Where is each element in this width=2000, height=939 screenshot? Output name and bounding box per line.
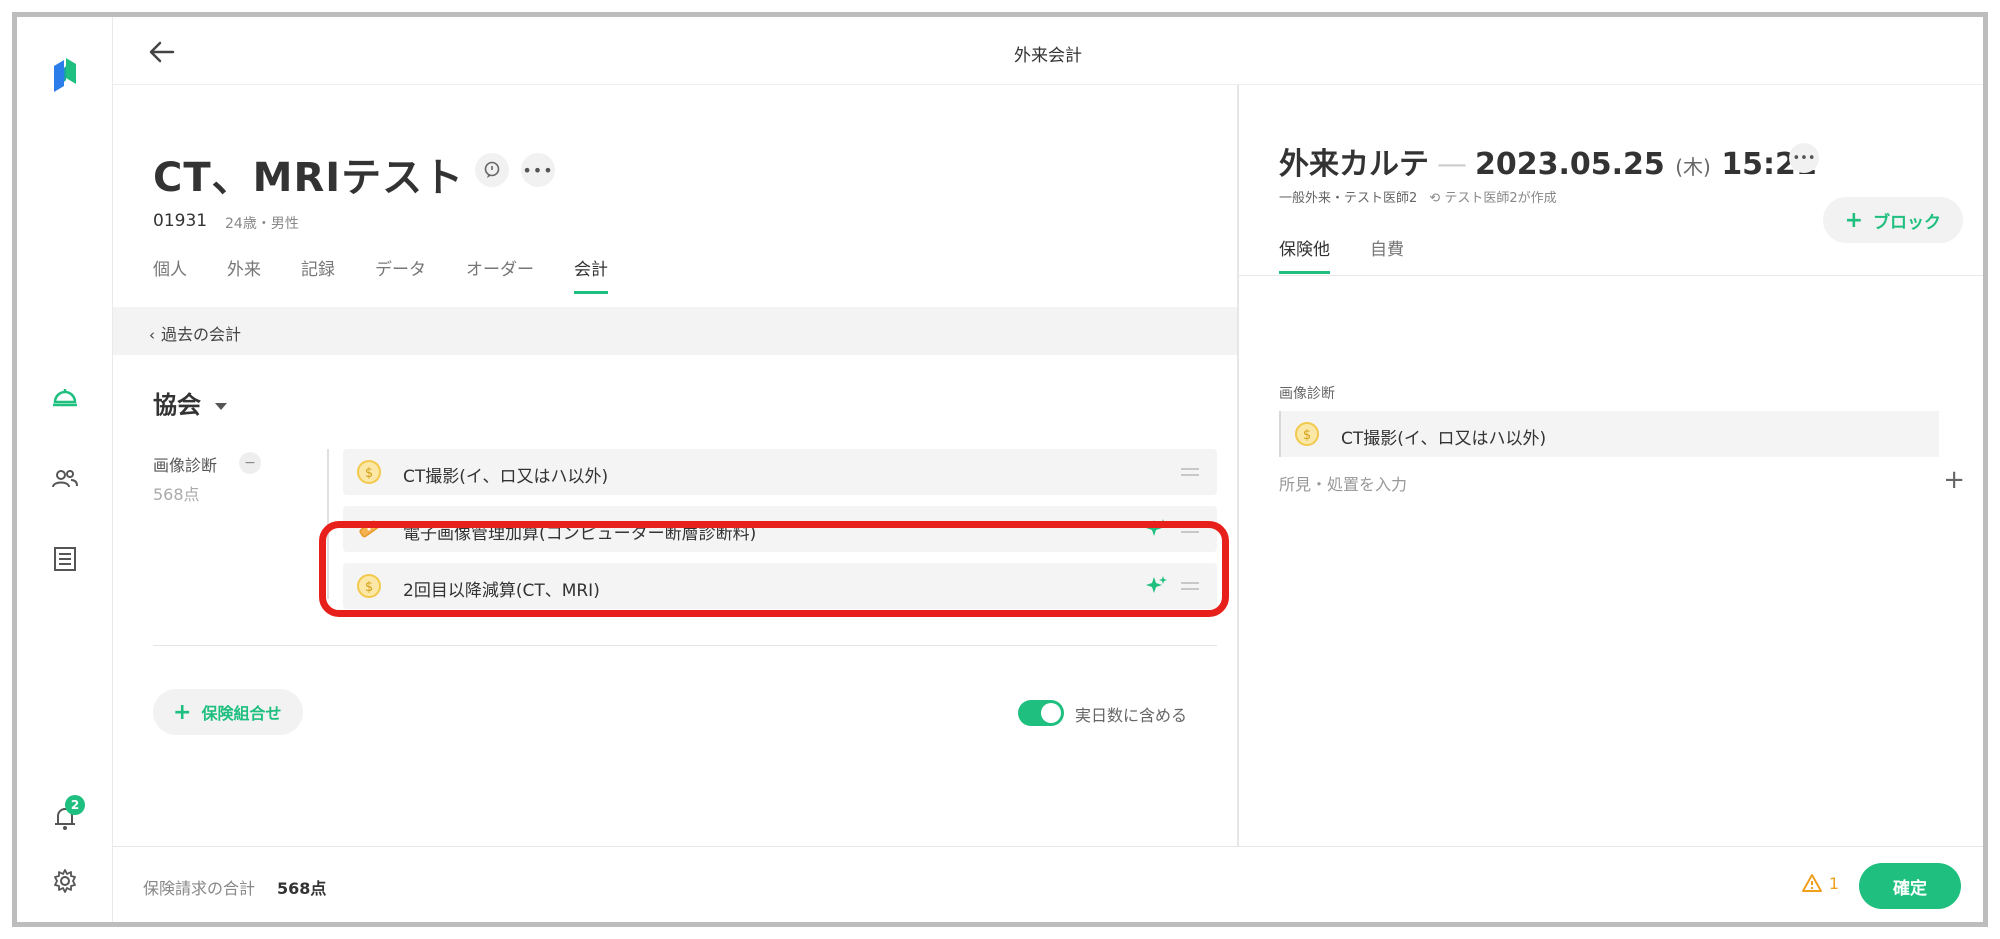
svg-text:$: $ xyxy=(1303,428,1311,443)
insurer-label: 協会 xyxy=(153,391,201,419)
patient-meta: 24歳・男性 xyxy=(225,216,299,232)
svg-text:$: $ xyxy=(365,580,373,595)
karte-department: 一般外来・テスト医師2 xyxy=(1279,191,1418,206)
section-divider xyxy=(153,645,1217,646)
warning-indicator[interactable]: 1 xyxy=(1801,873,1839,893)
confirm-button[interactable]: 確定 xyxy=(1859,863,1961,909)
tab-orders[interactable]: オーダー xyxy=(466,255,534,294)
tab-personal[interactable]: 個人 xyxy=(153,255,187,294)
category-points: 568点 xyxy=(153,485,200,504)
karte-panel: 外来カルテ —2023.05.25 (木) 15:21 ••• 一般外来・テスト医… xyxy=(1239,85,1983,846)
notification-bell-icon[interactable]: 2 xyxy=(47,795,85,835)
add-block-button[interactable]: + ブロック xyxy=(1822,197,1963,243)
app-window: 2 外来会計 CT、MRIテスト ••• 01931 24歳・男性 個人 外来 … xyxy=(12,12,1988,927)
billing-item[interactable]: $ CT撮影(イ、ロ又はハ以外) xyxy=(343,449,1217,495)
karte-item[interactable]: $ CT撮影(イ、ロ又はハ以外) xyxy=(1279,411,1939,457)
sparkle-icon xyxy=(1145,517,1169,541)
svg-text:$: $ xyxy=(365,466,373,481)
findings-input[interactable]: 所見・処置を入力 xyxy=(1279,471,1407,495)
karte-tabs: 保険他 自費 xyxy=(1279,235,1444,274)
plus-icon: + xyxy=(1844,207,1863,233)
actual-days-label: 実日数に含める xyxy=(1075,706,1188,725)
karte-name: 外来カルテ xyxy=(1279,147,1429,182)
caret-down-icon xyxy=(215,402,227,410)
past-accounts-link[interactable]: ‹ 過去の会計 xyxy=(149,321,241,345)
patients-icon[interactable] xyxy=(47,461,83,497)
notification-badge: 2 xyxy=(65,795,85,815)
document-list-icon[interactable] xyxy=(47,541,83,577)
patient-name: CT、MRIテスト xyxy=(153,155,465,201)
past-accounts-label: 過去の会計 xyxy=(161,325,242,344)
total-label: 保険請求の合計 xyxy=(143,879,256,898)
karte-tabs-divider xyxy=(1239,275,1983,276)
karte-date: 2023.05.25 xyxy=(1475,147,1665,182)
sparkle-icon xyxy=(1145,574,1169,598)
speech-bubble-icon xyxy=(484,161,500,178)
coin-icon: $ xyxy=(353,456,385,488)
chevron-left-icon: ‹ xyxy=(149,326,155,344)
item-group-divider xyxy=(327,449,329,599)
karte-subtitle: 一般外来・テスト医師2 ⟲ テスト医師2が作成 xyxy=(1279,187,1557,206)
insurer-dropdown[interactable]: 協会 xyxy=(153,385,227,420)
billing-item[interactable]: 電子画像管理加算(コンピューター断層診断料) xyxy=(343,506,1217,552)
tab-records[interactable]: 記録 xyxy=(301,255,335,294)
add-block-label: ブロック xyxy=(1873,212,1941,233)
history-icon: ⟲ xyxy=(1429,191,1441,206)
top-bar: 外来会計 xyxy=(113,17,1983,85)
tape-icon xyxy=(353,513,385,545)
patient-tabs: 個人 外来 記録 データ オーダー 会計 xyxy=(153,255,648,294)
tab-insurance[interactable]: 保険他 xyxy=(1279,235,1330,274)
add-insurance-combo-label: 保険組合せ xyxy=(201,704,282,723)
warning-count: 1 xyxy=(1828,873,1839,893)
drag-handle-icon[interactable] xyxy=(1181,523,1199,535)
billing-item[interactable]: $ 2回目以降減算(CT、MRI) xyxy=(343,563,1217,609)
drag-handle-icon[interactable] xyxy=(1181,466,1199,478)
actual-days-toggle[interactable] xyxy=(1018,700,1064,726)
warning-icon xyxy=(1801,874,1822,892)
footer-bar: 保険請求の合計 568点 1 確定 xyxy=(113,846,1983,922)
more-options-button[interactable]: ••• xyxy=(521,153,555,187)
comment-button[interactable] xyxy=(475,153,509,187)
karte-more-button[interactable]: ••• xyxy=(1789,143,1819,173)
past-accounts-bar: ‹ 過去の会計 xyxy=(113,307,1237,355)
title-dash: — xyxy=(1437,147,1467,182)
karte-category-label: 画像診断 xyxy=(1279,386,1335,402)
billing-item-label: CT撮影(イ、ロ又はハ以外) xyxy=(403,467,609,487)
billing-item-label: 2回目以降減算(CT、MRI) xyxy=(403,581,600,601)
add-insurance-combo-button[interactable]: + 保険組合せ xyxy=(153,689,304,735)
reception-bell-icon[interactable] xyxy=(47,379,83,415)
karte-author: テスト医師2が作成 xyxy=(1444,191,1557,206)
app-logo-icon[interactable] xyxy=(47,57,83,93)
billing-panel: CT、MRIテスト ••• 01931 24歳・男性 個人 外来 記録 データ … xyxy=(113,85,1239,846)
coin-icon: $ xyxy=(1291,418,1323,450)
karte-title: 外来カルテ —2023.05.25 (木) 15:21 xyxy=(1279,139,1817,183)
tab-self-pay[interactable]: 自費 xyxy=(1370,235,1404,274)
category-label: 画像診断 xyxy=(153,456,218,475)
karte-day-of-week: (木) xyxy=(1675,155,1711,179)
plus-icon: + xyxy=(173,699,192,725)
gear-icon[interactable] xyxy=(47,863,83,899)
karte-item-label: CT撮影(イ、ロ又はハ以外) xyxy=(1341,429,1547,449)
tab-billing[interactable]: 会計 xyxy=(574,255,608,294)
tab-data[interactable]: データ xyxy=(375,255,426,294)
collapse-category-button[interactable]: − xyxy=(239,452,261,474)
patient-id: 01931 xyxy=(153,211,208,231)
nav-rail: 2 xyxy=(17,17,113,922)
drag-handle-icon[interactable] xyxy=(1181,580,1199,592)
add-finding-button[interactable]: + xyxy=(1943,465,1965,495)
ellipsis-icon: ••• xyxy=(522,160,554,180)
billing-item-label: 電子画像管理加算(コンピューター断層診断料) xyxy=(403,524,757,544)
ellipsis-icon: ••• xyxy=(1792,150,1816,166)
coin-icon: $ xyxy=(353,570,385,602)
page-title: 外来会計 xyxy=(1014,46,1082,66)
karte-history[interactable]: ⟲ テスト医師2が作成 xyxy=(1429,191,1556,206)
tab-outpatient[interactable]: 外来 xyxy=(227,255,261,294)
total-value: 568点 xyxy=(277,879,327,898)
